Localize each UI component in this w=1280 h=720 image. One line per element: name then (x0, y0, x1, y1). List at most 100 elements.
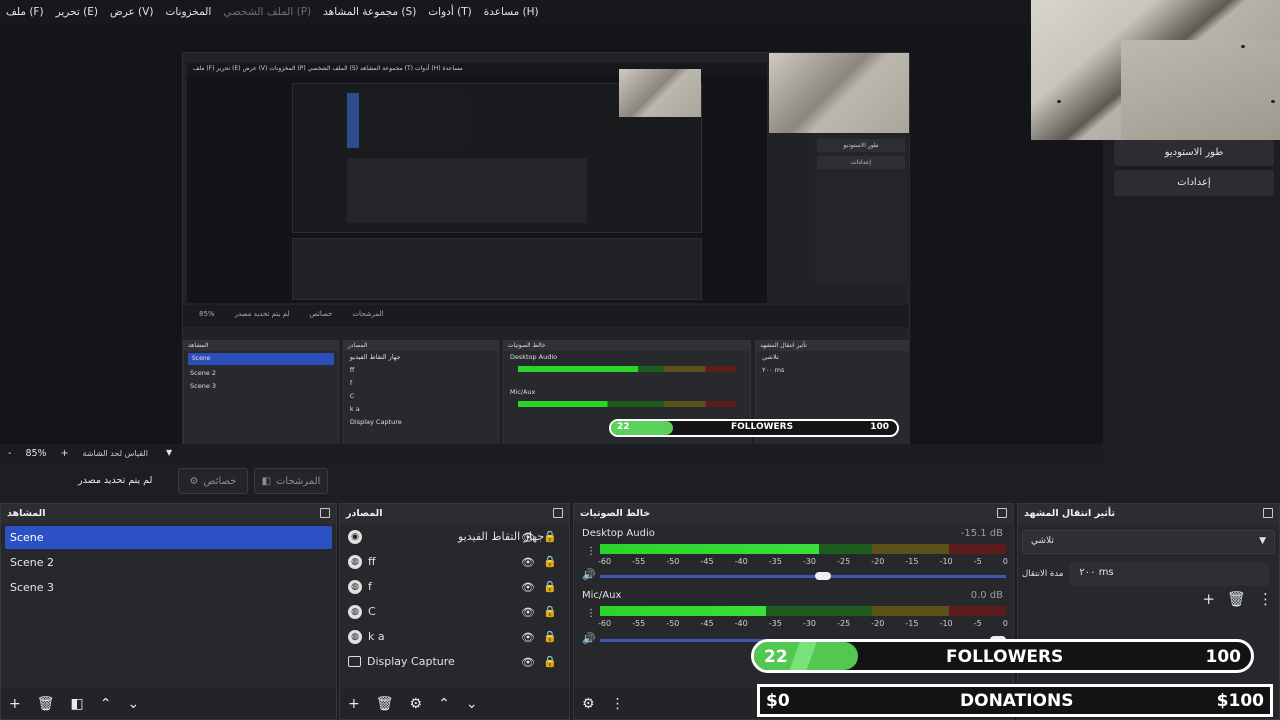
meter-tick-label: -35 (768, 557, 782, 566)
source-name: f (368, 580, 372, 593)
trash-icon[interactable]: 🗑 (37, 696, 55, 712)
scenes-dock: المشاهد Scene Scene 2 Scene 3 + 🗑 ◧ ⌃ ⌄ (0, 503, 337, 720)
eye-icon[interactable]: 👁 (521, 581, 535, 594)
zoom-in-button[interactable]: + (61, 448, 69, 459)
lock-icon[interactable]: 🔒 (543, 555, 557, 568)
duration-row: مدة الانتقال ٢٠٠ ms (1022, 562, 1275, 586)
eye-icon[interactable]: 👁 (521, 631, 535, 644)
add-icon[interactable]: + (9, 696, 21, 712)
source-item[interactable]: ◍ k a 👁 🔒 (340, 624, 569, 649)
speaker-icon[interactable]: 🔊 (582, 568, 596, 581)
source-item[interactable]: ◍ f 👁 🔒 (340, 574, 569, 599)
meter-tick-label: -30 (802, 619, 817, 628)
properties-label: خصائص (203, 475, 237, 487)
nested-settings-button: إعدادات (817, 156, 905, 169)
meter-ticks: -60 -55 -50 -45 -40 -35 -30 -25 -20 -15 -10 -5 0 (598, 619, 1008, 629)
move-down-icon[interactable]: ⌄ (466, 696, 478, 712)
add-icon[interactable]: + (1202, 590, 1215, 608)
channel-db: -15.1 dB (960, 528, 1003, 539)
menu-view[interactable]: عرض (V) (110, 6, 153, 18)
undock-icon[interactable] (553, 508, 563, 518)
duration-input[interactable]: ٢٠٠ ms (1069, 562, 1270, 586)
fit-to-screen[interactable]: القياس لحد الشاشة (83, 449, 148, 458)
menu-file[interactable]: ملف (F) (6, 6, 44, 18)
no-source-label: لم يتم تحديد مصدر (78, 475, 153, 486)
monitor-icon (348, 656, 361, 667)
scenes-toolbar: + 🗑 ◧ ⌃ ⌄ (1, 689, 336, 719)
lock-icon[interactable]: 🔒 (543, 655, 557, 668)
source-item[interactable]: ◉ جهاز التقاط الفيديو 👁 🔒 (340, 524, 569, 549)
eye-icon[interactable]: 👁 (521, 656, 535, 669)
properties-button[interactable]: ⚙ خصائص (178, 468, 248, 494)
preview-canvas[interactable]: ملف (F) تحرير (E) عرض (V) المخزونات (P) … (0, 24, 1103, 464)
source-item[interactable]: ◍ C 👁 🔒 (340, 599, 569, 624)
menu-edit[interactable]: تحرير (E) (56, 6, 98, 18)
gear-icon[interactable]: ⚙ (410, 696, 423, 712)
source-item[interactable]: ◍ ff 👁 🔒 (340, 549, 569, 574)
meter-tick-label: -50 (666, 557, 680, 566)
studio-mode-button[interactable]: طور الاستوديو (1114, 140, 1274, 166)
menu-profile[interactable]: الملف الشخصي (P) (223, 6, 311, 18)
settings-button[interactable]: إعدادات (1114, 170, 1274, 196)
move-up-icon[interactable]: ⌃ (100, 696, 112, 712)
kebab-icon[interactable]: ⋮ (586, 546, 596, 557)
transition-select[interactable]: تلاشي ▼ (1022, 530, 1275, 554)
eye-icon[interactable]: 👁 (521, 606, 535, 619)
source-item[interactable]: Display Capture 👁 🔒 (340, 649, 569, 674)
mixer-title: خالط الصوتيات (580, 508, 651, 519)
mixer-channel-desktop: Desktop Audio -15.1 dB ⋮ -60 -55 -50 -45 -40… (574, 524, 1013, 586)
add-icon[interactable]: + (348, 696, 360, 712)
undock-icon[interactable] (997, 508, 1007, 518)
lock-icon[interactable]: 🔒 (543, 630, 557, 643)
move-up-icon[interactable]: ⌃ (438, 696, 450, 712)
donations-label: DONATIONS (960, 691, 1074, 711)
menu-tools[interactable]: أدوات (T) (428, 6, 471, 18)
meter-tick-label: -25 (837, 619, 851, 628)
scene-item[interactable]: Scene 3 (5, 576, 332, 599)
channel-name: Desktop Audio (582, 528, 655, 539)
lock-icon[interactable]: 🔒 (543, 580, 557, 593)
meter-tick-label: -40 (734, 557, 748, 566)
source-name: ff (368, 555, 376, 568)
scene-item[interactable]: Scene (5, 526, 332, 549)
donations-goal: $100 (1216, 691, 1264, 711)
eye-icon[interactable]: 👁 (521, 531, 535, 544)
menu-scene-collection[interactable]: مجموعة المشاهد (S) (323, 6, 416, 18)
filters-button[interactable]: ◧ المرشحات (254, 468, 328, 494)
sources-dock: المصادر ◉ جهاز التقاط الفيديو 👁 🔒 ◍ ff 👁 🔒 ◍ f 👁… (339, 503, 570, 720)
transitions-title: تأثير انتقال المشهد (1024, 508, 1116, 519)
eye-icon[interactable]: 👁 (521, 556, 535, 569)
source-name: k a (368, 630, 385, 643)
lock-icon[interactable]: 🔒 (543, 605, 557, 618)
kebab-icon[interactable]: ⋮ (586, 608, 596, 619)
scene-item[interactable]: Scene 2 (5, 551, 332, 574)
volume-knob[interactable] (814, 572, 831, 580)
kebab-icon[interactable]: ⋮ (611, 696, 625, 712)
kebab-icon[interactable]: ⋮ (1258, 590, 1273, 608)
move-down-icon[interactable]: ⌄ (127, 696, 139, 712)
sources-header: المصادر (340, 504, 569, 524)
trash-icon[interactable]: 🗑 (376, 696, 394, 712)
menu-help[interactable]: مساعدة (H) (484, 6, 539, 18)
meter-tick-label: -10 (939, 557, 953, 566)
speaker-icon[interactable]: 🔊 (582, 632, 596, 645)
meter-tick-label: -20 (871, 619, 885, 628)
meter-tick-label: -20 (871, 557, 885, 566)
undock-icon[interactable] (320, 508, 330, 518)
meter-tick-label: -55 (632, 557, 646, 566)
menu-docks[interactable]: المخزونات (165, 6, 211, 18)
nested-controls: 85% لم يتم تحديد مصدر خصائص المرشحات (183, 305, 909, 327)
filters-label: المرشحات (276, 475, 321, 487)
donations-goal-bar: $0 DONATIONS $100 (757, 684, 1273, 717)
gear-icon[interactable]: ⚙ (582, 696, 595, 712)
globe-icon: ◍ (348, 579, 362, 594)
webcam-feed (1031, 0, 1280, 140)
zoom-dropdown-icon[interactable]: ▼ (166, 448, 172, 457)
lock-icon[interactable]: 🔒 (543, 530, 557, 543)
trash-icon[interactable]: 🗑 (1227, 590, 1246, 608)
globe-icon: ◍ (348, 554, 362, 569)
undock-icon[interactable] (1263, 508, 1273, 518)
volume-slider[interactable] (600, 572, 1006, 580)
zoom-out-button[interactable]: - (8, 448, 11, 459)
filter-icon[interactable]: ◧ (71, 696, 84, 712)
